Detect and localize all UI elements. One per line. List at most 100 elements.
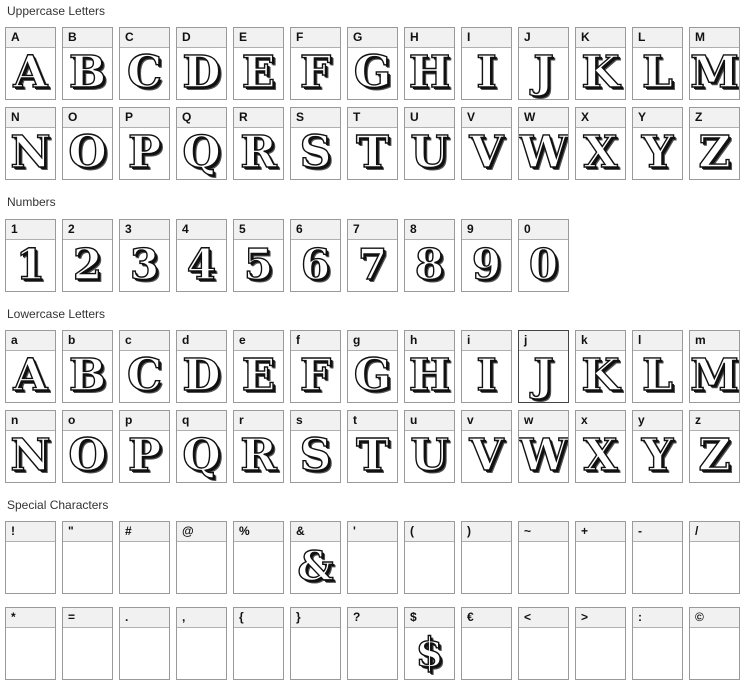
glyph-cell-7[interactable]: 77 [347,219,398,292]
glyph-cell-upper-r[interactable]: RR [233,107,284,180]
glyph-cell-brace-close[interactable]: } [290,607,341,680]
glyph-preview: Z [698,127,732,178]
glyph-cell-label: " [63,522,112,542]
glyph-cell-upper-j[interactable]: JJ [518,27,569,100]
glyph-cell-upper-t[interactable]: TT [347,107,398,180]
glyph-cell-copyright[interactable]: © [689,607,740,680]
glyph-cell-lower-l[interactable]: lL [632,330,683,403]
glyph-cell-upper-u[interactable]: UU [404,107,455,180]
glyph-cell-label: y [633,411,682,431]
glyph-cell-lower-a[interactable]: aA [5,330,56,403]
glyph-cell-percent[interactable]: % [233,521,284,594]
glyph-cell-upper-w[interactable]: WW [518,107,569,180]
glyph-cell-lower-m[interactable]: mM [689,330,740,403]
glyph-cell-lower-c[interactable]: cC [119,330,170,403]
glyph-cell-lower-x[interactable]: xX [575,410,626,483]
glyph-cell-lower-z[interactable]: zZ [689,410,740,483]
glyph-cell-5[interactable]: 55 [233,219,284,292]
glyph-cell-lower-e[interactable]: eE [233,330,284,403]
glyph-cell-upper-v[interactable]: VV [461,107,512,180]
glyph-cell-label: / [690,522,739,542]
glyph-cell-upper-e[interactable]: EE [233,27,284,100]
glyph-cell-8[interactable]: 88 [404,219,455,292]
glyph-cell-upper-x[interactable]: XX [575,107,626,180]
glyph-cell-upper-s[interactable]: SS [290,107,341,180]
glyph-cell-label: * [6,608,55,628]
glyph-cell-upper-h[interactable]: HH [404,27,455,100]
uppercase-row-2: NNOOPPQQRRSSTTUUVVWWXXYYZZ [5,107,746,180]
glyph-cell-upper-z[interactable]: ZZ [689,107,740,180]
glyph-preview [633,627,682,679]
glyph-cell-upper-d[interactable]: DD [176,27,227,100]
glyph-cell-slash[interactable]: / [689,521,740,594]
glyph-cell-lower-o[interactable]: oO [62,410,113,483]
glyph-cell-upper-a[interactable]: AA [5,27,56,100]
glyph-cell-upper-m[interactable]: MM [689,27,740,100]
glyph-cell-dollar[interactable]: $ $ [404,607,455,680]
glyph-cell-lower-s[interactable]: sS [290,410,341,483]
glyph-cell-lower-n[interactable]: nN [5,410,56,483]
glyph-cell-upper-o[interactable]: OO [62,107,113,180]
glyph-cell-upper-b[interactable]: BB [62,27,113,100]
glyph-cell-lower-u[interactable]: uU [404,410,455,483]
glyph-cell-upper-p[interactable]: PP [119,107,170,180]
glyph-cell-exclamation[interactable]: ! [5,521,56,594]
glyph-cell-label: v [462,411,511,431]
glyph-cell-euro[interactable]: € [461,607,512,680]
glyph-cell-lower-t[interactable]: tT [347,410,398,483]
glyph-cell-3[interactable]: 33 [119,219,170,292]
glyph-cell-upper-q[interactable]: QQ [176,107,227,180]
glyph-cell-minus[interactable]: - [632,521,683,594]
glyph-cell-upper-c[interactable]: CC [119,27,170,100]
glyph-preview: E [241,350,276,401]
glyph-cell-lower-f[interactable]: fF [290,330,341,403]
glyph-cell-lower-b[interactable]: bB [62,330,113,403]
glyph-cell-brace-open[interactable]: { [233,607,284,680]
glyph-cell-upper-n[interactable]: NN [5,107,56,180]
glyph-cell-greater-than[interactable]: > [575,607,626,680]
glyph-cell-2[interactable]: 22 [62,219,113,292]
glyph-cell-upper-l[interactable]: LL [632,27,683,100]
glyph-cell-lower-v[interactable]: vV [461,410,512,483]
glyph-cell-1[interactable]: 11 [5,219,56,292]
glyph-preview [120,627,169,679]
glyph-cell-6[interactable]: 66 [290,219,341,292]
glyph-cell-4[interactable]: 44 [176,219,227,292]
glyph-cell-paren-close[interactable]: ) [461,521,512,594]
glyph-cell-lower-p[interactable]: pP [119,410,170,483]
glyph-cell-apostrophe[interactable]: ' [347,521,398,594]
glyph-cell-at[interactable]: @ [176,521,227,594]
glyph-cell-lower-j[interactable]: jJ [518,330,569,403]
glyph-cell-tilde[interactable]: ~ [518,521,569,594]
glyph-cell-lower-h[interactable]: hH [404,330,455,403]
glyph-cell-upper-k[interactable]: KK [575,27,626,100]
glyph-cell-plus[interactable]: + [575,521,626,594]
glyph-cell-9[interactable]: 99 [461,219,512,292]
glyph-cell-lower-w[interactable]: wW [518,410,569,483]
glyph-cell-ampersand[interactable]: & & [290,521,341,594]
glyph-cell-upper-g[interactable]: GG [347,27,398,100]
glyph-cell-upper-i[interactable]: II [461,27,512,100]
glyph-cell-comma[interactable]: , [176,607,227,680]
glyph-cell-colon[interactable]: : [632,607,683,680]
glyph-cell-question[interactable]: ? [347,607,398,680]
glyph-cell-lower-d[interactable]: dD [176,330,227,403]
glyph-cell-equals[interactable]: = [62,607,113,680]
glyph-cell-upper-f[interactable]: FF [290,27,341,100]
glyph-cell-upper-y[interactable]: YY [632,107,683,180]
glyph-cell-lower-y[interactable]: yY [632,410,683,483]
glyph-cell-lower-k[interactable]: kK [575,330,626,403]
glyph-cell-lower-r[interactable]: rR [233,410,284,483]
glyph-cell-lower-g[interactable]: gG [347,330,398,403]
glyph-cell-hash[interactable]: # [119,521,170,594]
glyph-cell-label: T [348,108,397,128]
glyph-cell-label: G [348,28,397,48]
glyph-cell-lower-q[interactable]: qQ [176,410,227,483]
glyph-cell-paren-open[interactable]: ( [404,521,455,594]
glyph-cell-less-than[interactable]: < [518,607,569,680]
glyph-cell-asterisk[interactable]: * [5,607,56,680]
glyph-cell-quote[interactable]: " [62,521,113,594]
glyph-cell-period[interactable]: . [119,607,170,680]
glyph-cell-0[interactable]: 00 [518,219,569,292]
glyph-cell-lower-i[interactable]: iI [461,330,512,403]
